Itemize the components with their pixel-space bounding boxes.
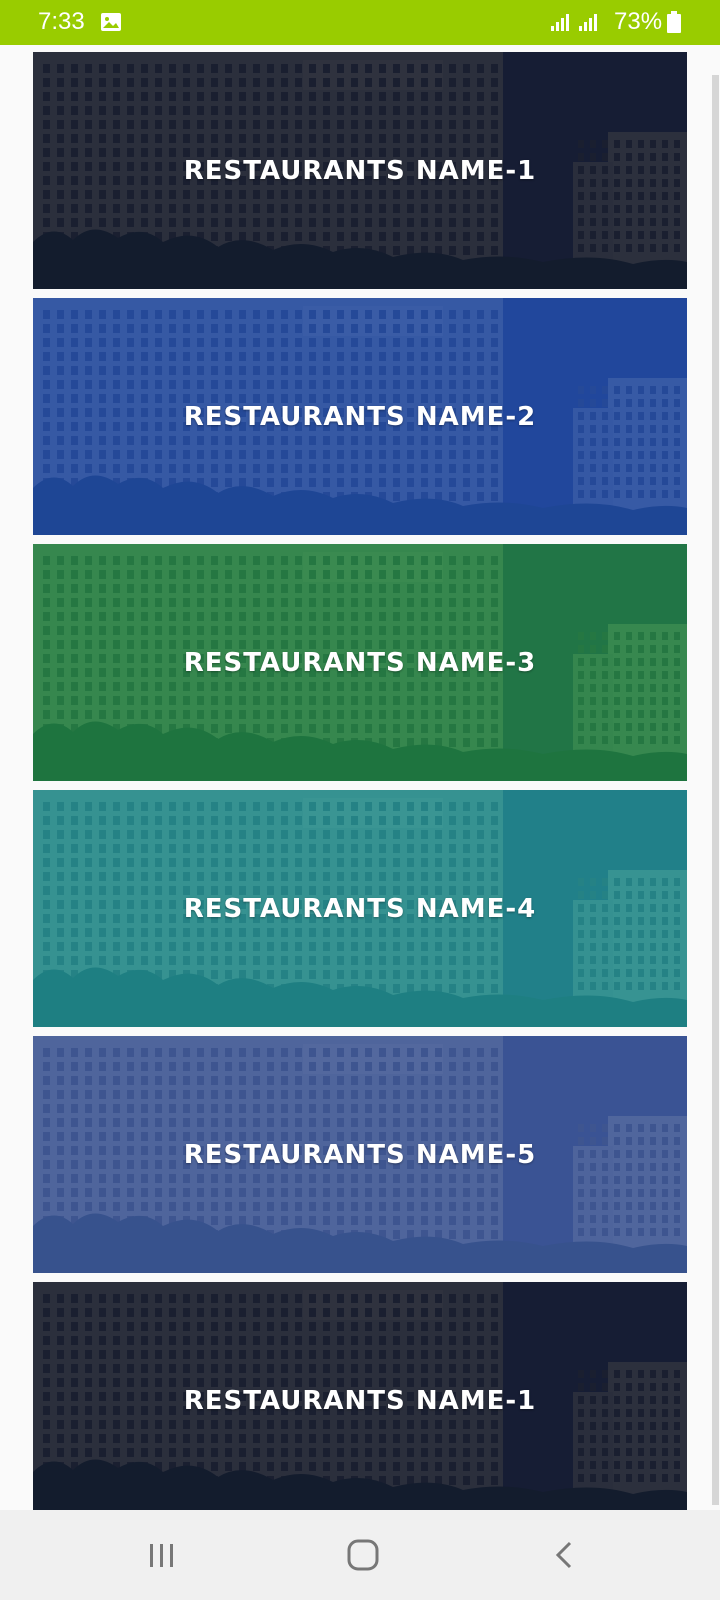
- battery-icon: [667, 11, 681, 33]
- restaurant-card[interactable]: RESTAURANTS NAME-1: [33, 1282, 687, 1510]
- restaurant-name: RESTAURANTS NAME-1: [183, 155, 537, 186]
- navigation-bar: [0, 1510, 720, 1600]
- back-button[interactable]: [535, 1530, 595, 1580]
- restaurant-list[interactable]: RESTAURANTS NAME-1 RESTAURANTS NAME-2 REST…: [0, 45, 720, 1510]
- restaurant-name: RESTAURANTS NAME-4: [183, 893, 537, 924]
- restaurant-name: RESTAURANTS NAME-2: [183, 401, 537, 432]
- restaurant-name: RESTAURANTS NAME-3: [183, 647, 537, 678]
- restaurant-card[interactable]: RESTAURANTS NAME-3: [33, 544, 687, 781]
- restaurant-card[interactable]: RESTAURANTS NAME-4: [33, 790, 687, 1027]
- restaurant-name: RESTAURANTS NAME-5: [183, 1139, 537, 1170]
- recent-apps-button[interactable]: [132, 1530, 192, 1580]
- back-icon: [555, 1541, 572, 1569]
- image-notification-icon: [101, 13, 121, 31]
- battery-percentage: 73%: [614, 8, 663, 35]
- restaurant-card[interactable]: RESTAURANTS NAME-1: [33, 52, 687, 289]
- status-bar: 7:33 73%: [0, 0, 720, 45]
- scrollbar[interactable]: [712, 75, 719, 1505]
- recent-apps-icon: [150, 1544, 173, 1567]
- signal-icon: [551, 14, 569, 31]
- restaurant-card[interactable]: RESTAURANTS NAME-5: [33, 1036, 687, 1273]
- restaurant-name: RESTAURANTS NAME-1: [183, 1385, 537, 1416]
- home-button[interactable]: [333, 1530, 393, 1580]
- restaurant-card[interactable]: RESTAURANTS NAME-2: [33, 298, 687, 535]
- status-time: 7:33: [38, 8, 85, 35]
- signal-icon: [579, 14, 597, 31]
- home-icon: [347, 1539, 379, 1571]
